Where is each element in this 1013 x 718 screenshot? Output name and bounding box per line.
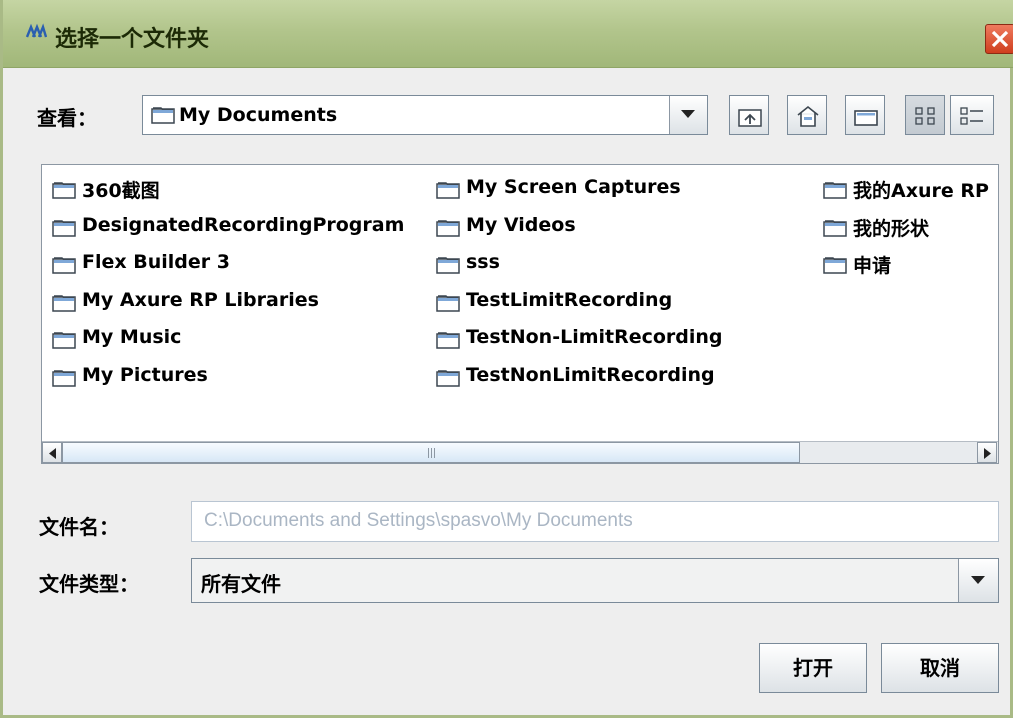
details-view-button[interactable] [950, 95, 994, 135]
cancel-button[interactable]: 取消 [881, 643, 999, 693]
list-item-label: 360截图 [82, 180, 160, 202]
folder-icon [823, 219, 847, 237]
folder-icon [436, 219, 460, 237]
filetype-dropdown-button[interactable] [958, 559, 998, 602]
up-one-level-icon [738, 109, 762, 127]
open-button[interactable]: 打开 [759, 643, 867, 693]
list-view-icon [915, 107, 935, 125]
list-item-label: My Pictures [82, 363, 208, 386]
look-in-value: My Documents [179, 104, 338, 126]
list-item-label: 我的Axure RP [853, 180, 989, 202]
folder-icon [436, 369, 460, 387]
filename-label: 文件名： [39, 515, 119, 539]
up-one-level-button[interactable] [729, 95, 769, 135]
title-bar[interactable]: 选择一个文件夹 [3, 0, 1013, 68]
list-item-label: TestNon-LimitRecording [466, 326, 723, 348]
filetype-combo[interactable]: 所有文件 [191, 558, 999, 603]
list-item-label: My Videos [466, 213, 576, 236]
new-folder-button[interactable] [845, 95, 885, 135]
dialog-title: 选择一个文件夹 [55, 27, 210, 52]
look-in-combo[interactable]: My Documents [142, 95, 708, 135]
details-view-icon [960, 107, 983, 125]
close-icon [991, 30, 1009, 48]
list-item-label: Flex Builder 3 [82, 251, 230, 273]
list-item-label: sss [466, 251, 500, 273]
home-button[interactable] [787, 95, 827, 135]
folder-icon [52, 369, 76, 387]
list-item-label: 申请 [853, 255, 892, 277]
folder-icon [52, 294, 76, 312]
list-item-label: TestLimitRecording [466, 288, 673, 311]
scroll-right-button[interactable] [977, 442, 997, 463]
look-in-label: 查看： [37, 106, 97, 130]
folder-icon [52, 219, 76, 237]
folder-icon [436, 257, 460, 274]
list-item-label: My Music [82, 326, 182, 348]
list-item-label: My Axure RP Libraries [82, 288, 319, 311]
list-item-label: TestNonLimitRecording [466, 363, 715, 386]
list-item-label: My Screen Captures [466, 176, 681, 198]
folder-icon [823, 182, 847, 199]
arrow-left-icon [49, 448, 56, 459]
scroll-left-button[interactable] [42, 442, 62, 463]
filetype-value: 所有文件 [201, 572, 281, 596]
home-icon [797, 105, 819, 127]
close-button[interactable] [985, 24, 1013, 54]
scroll-thumb[interactable] [62, 442, 800, 463]
file-list[interactable]: 360截图 DesignatedRecordingProgram Flex Buil… [41, 164, 999, 464]
filetype-label: 文件类型： [39, 572, 139, 596]
filename-field[interactable]: C:\Documents and Settings\spasvo\My Docu… [191, 501, 999, 542]
folder-icon [436, 182, 460, 199]
list-item-label: 我的形状 [853, 217, 930, 240]
new-folder-icon [854, 110, 878, 126]
arrow-right-icon [984, 448, 991, 459]
look-in-dropdown-button[interactable] [669, 96, 707, 134]
folder-icon [52, 182, 76, 199]
list-item-label: DesignatedRecordingProgram [82, 213, 405, 236]
folder-icon [436, 332, 460, 349]
folder-icon [823, 257, 847, 274]
folder-icon [52, 257, 76, 274]
folder-icon [151, 107, 175, 124]
java-cup-icon [25, 23, 47, 38]
chevron-down-icon [971, 576, 985, 584]
file-chooser-dialog: 选择一个文件夹 查看： My Documents 360截图 Designate… [0, 0, 1013, 718]
chevron-down-icon [681, 110, 695, 118]
list-view-button[interactable] [905, 95, 945, 135]
horizontal-scrollbar[interactable] [42, 441, 998, 463]
folder-icon [52, 332, 76, 349]
folder-icon [436, 294, 460, 312]
